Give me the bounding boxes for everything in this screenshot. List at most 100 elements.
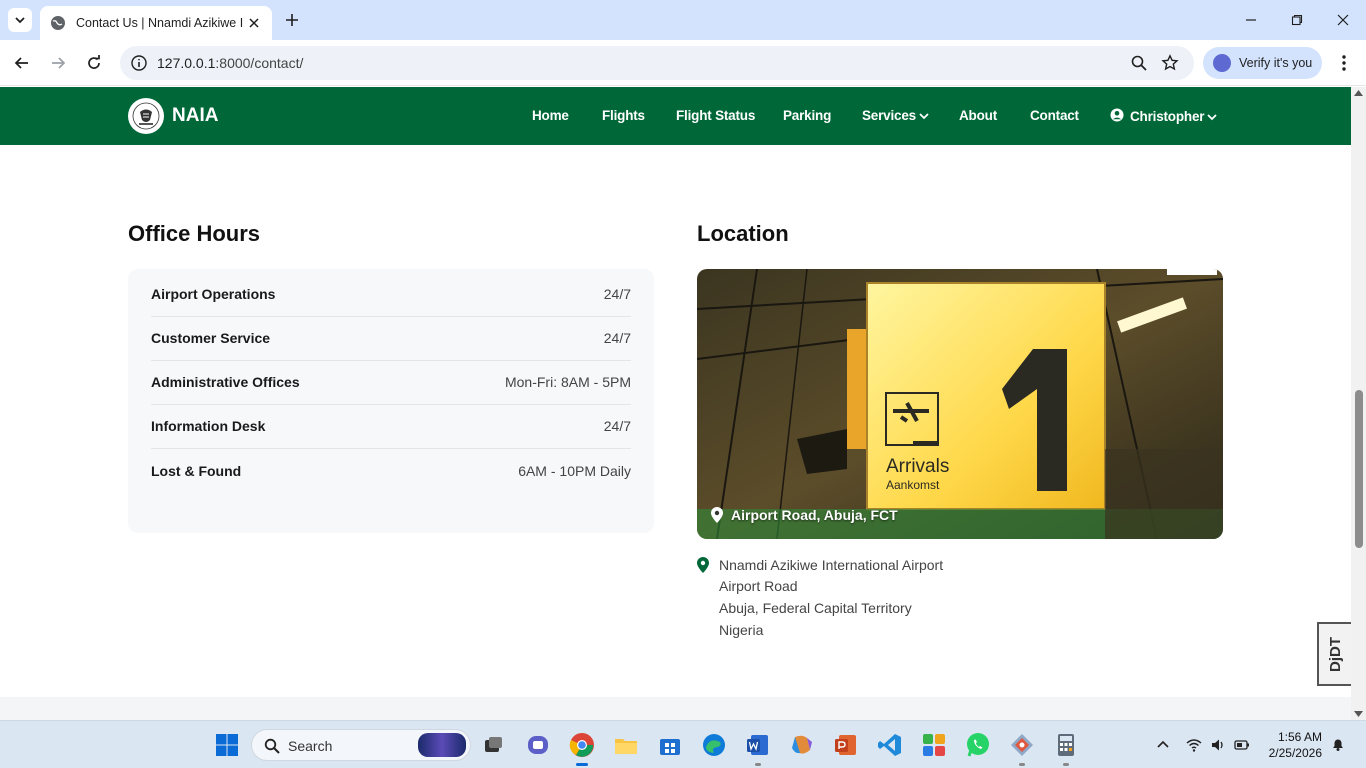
location-image: Arrivals Aankomst Airport Road, Abuja, F… — [697, 269, 1223, 539]
page-scrollbar[interactable] — [1351, 87, 1366, 720]
address-bar[interactable]: 127.0.0.1:8000/contact/ — [120, 46, 1194, 80]
hours-value: 24/7 — [603, 286, 631, 302]
chrome-icon[interactable] — [569, 732, 595, 758]
address-line: Abuja, Federal Capital Territory — [719, 600, 912, 616]
hours-row: Information Desk 24/7 — [151, 405, 631, 449]
file-explorer-icon[interactable] — [613, 732, 639, 758]
close-window-button[interactable] — [1320, 0, 1366, 40]
django-debug-toolbar-handle[interactable]: DjDT — [1317, 622, 1351, 686]
taskbar-search[interactable]: Search — [251, 729, 471, 761]
hours-row: Customer Service 24/7 — [151, 317, 631, 361]
map-pin-icon — [711, 507, 723, 523]
minimize-icon — [1246, 19, 1256, 21]
more-menu-icon[interactable] — [1334, 52, 1354, 74]
search-highlight-art — [418, 733, 466, 757]
globe-icon — [51, 16, 65, 30]
site-info-icon[interactable] — [130, 54, 148, 72]
apps-grid-icon[interactable] — [921, 732, 947, 758]
profile-avatar-icon — [1213, 54, 1231, 72]
taskbar-clock[interactable]: 1:56 AM 2/25/2026 — [1269, 729, 1322, 761]
back-arrow-icon — [14, 57, 28, 69]
microsoft-store-icon[interactable] — [657, 732, 683, 758]
nav-parking[interactable]: Parking — [783, 108, 831, 123]
chevron-up-icon[interactable] — [1155, 737, 1171, 753]
scroll-down-icon[interactable] — [1354, 711, 1363, 717]
nav-services[interactable]: Services — [862, 108, 929, 123]
minimize-button[interactable] — [1228, 0, 1274, 40]
sign-text: Arrivals — [886, 456, 949, 477]
location-title: Location — [697, 221, 789, 246]
tab-search-button[interactable] — [8, 8, 32, 32]
windows-start-icon[interactable] — [214, 732, 240, 758]
footer-section-edge — [0, 697, 1351, 720]
verify-profile-button[interactable]: Verify it's you — [1203, 47, 1322, 79]
back-button[interactable] — [10, 51, 34, 75]
nav-contact[interactable]: Contact — [1030, 108, 1079, 123]
restore-button[interactable] — [1274, 0, 1320, 40]
chevron-down-icon — [919, 113, 929, 120]
search-icon — [264, 738, 280, 754]
chrome-active-indicator — [576, 763, 588, 766]
scroll-up-icon[interactable] — [1354, 90, 1363, 96]
windows-taskbar: Search 1:56 AM 2/25/2026 — [0, 720, 1366, 768]
hours-row: Lost & Found 6AM - 10PM Daily — [151, 450, 631, 494]
wifi-icon[interactable] — [1186, 737, 1202, 753]
git-app-icon[interactable] — [1009, 732, 1035, 758]
hours-value: Mon-Fri: 8AM - 5PM — [504, 374, 631, 390]
forward-arrow-icon — [52, 57, 66, 69]
location-caption-text: Airport Road, Abuja, FCT — [731, 507, 898, 523]
nav-home[interactable]: Home — [532, 108, 569, 123]
task-view-icon[interactable] — [480, 732, 506, 758]
nav-about[interactable]: About — [959, 108, 997, 123]
chevron-down-icon — [1207, 114, 1217, 121]
user-name: Christopher — [1130, 109, 1205, 124]
url-text: 127.0.0.1:8000/contact/ — [157, 55, 303, 71]
close-tab-icon[interactable] — [246, 15, 262, 31]
debug-toolbar-label: DjDT — [1326, 636, 1344, 672]
hours-value: 24/7 — [603, 418, 631, 434]
notification-bell-icon[interactable] — [1330, 736, 1346, 752]
word-open-indicator — [755, 763, 761, 766]
new-tab-icon[interactable] — [282, 10, 302, 30]
sign-subtext: Aankomst — [886, 478, 940, 492]
powerpoint-icon[interactable] — [833, 732, 859, 758]
scrollbar-thumb[interactable] — [1355, 390, 1363, 548]
vscode-icon[interactable] — [877, 732, 903, 758]
office-hours-title: Office Hours — [128, 221, 261, 246]
site-navbar: NAIA Home Flights Flight Status Parking … — [0, 87, 1351, 145]
zoom-icon[interactable] — [1130, 54, 1148, 72]
copilot-icon[interactable] — [789, 732, 815, 758]
arrivals-sign-photo: Arrivals Aankomst — [697, 269, 1223, 539]
calculator-icon[interactable] — [1053, 732, 1079, 758]
hours-label: Administrative Offices — [151, 374, 300, 390]
hours-label: Customer Service — [151, 330, 271, 346]
battery-icon[interactable] — [1234, 737, 1250, 753]
search-placeholder: Search — [288, 738, 333, 754]
reload-icon — [88, 55, 100, 69]
whatsapp-icon[interactable] — [965, 732, 991, 758]
nav-services-label: Services — [862, 108, 916, 123]
clock-time: 1:56 AM — [1277, 730, 1322, 744]
edge-icon[interactable] — [701, 732, 727, 758]
forward-button[interactable] — [46, 51, 70, 75]
address-line: Airport Road — [719, 578, 798, 594]
reload-button[interactable] — [82, 51, 106, 75]
main-nav: Home Flights Flight Status Parking Servi… — [0, 108, 1351, 126]
hours-value: 24/7 — [603, 330, 631, 346]
bookmark-star-icon[interactable] — [1161, 54, 1179, 72]
browser-tab-active[interactable]: Contact Us | Nnamdi Azikiwe In — [40, 6, 272, 40]
teams-chat-icon[interactable] — [525, 732, 551, 758]
nav-user-menu[interactable]: Christopher — [1110, 108, 1217, 124]
volume-icon[interactable] — [1210, 737, 1226, 753]
hours-label: Lost & Found — [151, 463, 242, 479]
word-icon[interactable] — [745, 732, 771, 758]
address-line: Nnamdi Azikiwe International Airport — [719, 557, 944, 573]
nav-flights[interactable]: Flights — [602, 108, 645, 123]
nav-flight-status[interactable]: Flight Status — [676, 108, 755, 123]
url-host: 127.0.0.1 — [157, 55, 216, 71]
browser-tab-strip: Contact Us | Nnamdi Azikiwe In — [0, 0, 1366, 40]
url-path: :8000/contact/ — [215, 55, 304, 71]
calculator-open-indicator — [1063, 763, 1069, 766]
restore-icon — [1291, 14, 1303, 26]
browser-toolbar: 127.0.0.1:8000/contact/ Verify it's you — [0, 40, 1366, 86]
